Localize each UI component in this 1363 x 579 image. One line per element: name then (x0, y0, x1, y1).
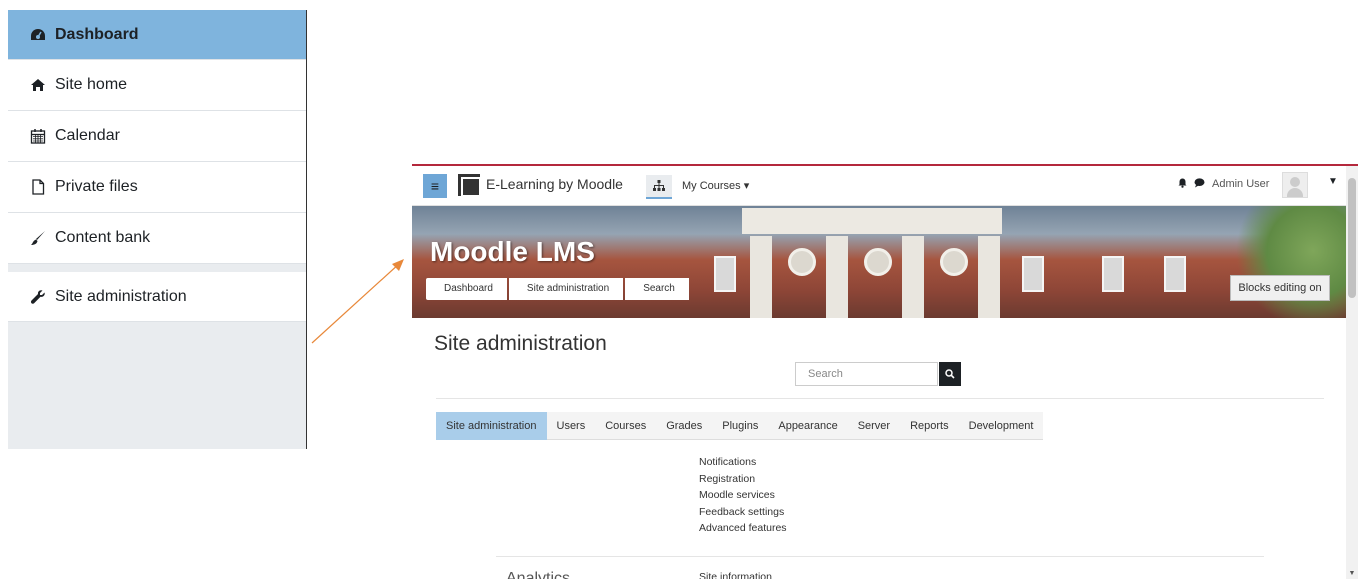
scrollbar-thumb[interactable] (1348, 178, 1356, 298)
search-button[interactable] (939, 362, 961, 386)
tab-plugins[interactable]: Plugins (712, 412, 768, 440)
chat-icon[interactable] (1194, 177, 1205, 191)
building-window (1022, 256, 1044, 292)
link-moodle-services[interactable]: Moodle services (699, 487, 787, 504)
tab-development[interactable]: Development (959, 412, 1044, 440)
trees (1236, 206, 1346, 318)
drawer-item-label: Calendar (55, 127, 120, 144)
building-pillar (750, 236, 772, 318)
my-courses-menu[interactable]: My Courses ▾ (682, 179, 749, 192)
bell-icon[interactable] (1178, 178, 1187, 191)
link-registration[interactable]: Registration (699, 471, 787, 488)
section-title-analytics: Analytics (506, 570, 571, 579)
user-name[interactable]: Admin User (1212, 178, 1269, 190)
link-notifications[interactable]: Notifications (699, 454, 787, 471)
section-heading: Site administration (434, 332, 607, 355)
building-window (714, 256, 736, 292)
vertical-scrollbar[interactable]: ▼ (1346, 166, 1358, 579)
scroll-down-arrow[interactable]: ▼ (1348, 570, 1356, 578)
drawer-item-content-bank[interactable]: Content bank (8, 213, 306, 264)
building-arch (940, 248, 968, 276)
link-advanced-features[interactable]: Advanced features (699, 520, 787, 537)
brush-icon (30, 230, 46, 246)
avatar[interactable] (1282, 172, 1308, 198)
blocks-editing-button[interactable]: Blocks editing on (1230, 275, 1330, 301)
building-cornice (742, 208, 1002, 234)
menu-toggle-button[interactable]: ≡ (423, 174, 447, 198)
drawer-item-label: Dashboard (55, 25, 139, 43)
wrench-icon (30, 289, 46, 305)
page-header: Moodle LMS Dashboard Site administration… (412, 206, 1346, 318)
breadcrumb-item[interactable]: Site administration (508, 278, 624, 300)
breadcrumb-item: Search (625, 278, 689, 300)
divider (496, 556, 1264, 557)
link-site-information[interactable]: Site information (699, 571, 772, 579)
tab-users[interactable]: Users (547, 412, 596, 440)
tab-appearance[interactable]: Appearance (768, 412, 847, 440)
calendar-icon (30, 128, 46, 144)
drawer-item-calendar[interactable]: Calendar (8, 111, 306, 162)
my-courses-label: My Courses (682, 180, 741, 192)
admin-tabs: Site administration Users Courses Grades… (436, 412, 1324, 440)
admin-links: Notifications Registration Moodle servic… (699, 454, 787, 537)
drawer-item-site-home[interactable]: Site home (8, 60, 306, 111)
tab-site-administration[interactable]: Site administration (436, 412, 547, 440)
breadcrumb: Dashboard Site administration Search (426, 278, 691, 300)
pointer-arrow (311, 259, 404, 344)
drawer-item-dashboard[interactable]: Dashboard (8, 10, 306, 60)
building-pillar (978, 236, 1000, 318)
building-arch (788, 248, 816, 276)
page-title: Moodle LMS (430, 236, 595, 267)
drawer-item-label: Site administration (55, 287, 187, 305)
drawer-item-label: Content bank (55, 229, 151, 246)
building-arch (864, 248, 892, 276)
breadcrumb-item[interactable]: Dashboard (426, 278, 507, 300)
navigation-drawer: Dashboard Site home Calendar Private fil… (8, 10, 307, 449)
tab-bar-filler (1043, 412, 1324, 440)
drawer-item-site-administration[interactable]: Site administration (8, 272, 306, 322)
search-icon (945, 369, 955, 379)
drawer-separator (8, 264, 306, 272)
drawer-item-label: Site home (55, 76, 128, 93)
tab-courses[interactable]: Courses (595, 412, 656, 440)
tab-server[interactable]: Server (848, 412, 900, 440)
tab-grades[interactable]: Grades (656, 412, 712, 440)
site-logo[interactable] (458, 174, 481, 197)
drawer-item-private-files[interactable]: Private files (8, 162, 306, 213)
building-window (1164, 256, 1186, 292)
site-name[interactable]: E-Learning by Moodle (486, 176, 623, 192)
admin-search-input[interactable]: Search (795, 362, 938, 386)
dashboard-icon (30, 27, 46, 43)
sitemap-icon[interactable] (646, 175, 672, 199)
link-feedback-settings[interactable]: Feedback settings (699, 504, 787, 521)
home-icon (30, 77, 46, 93)
chevron-down-icon[interactable]: ▼ (1328, 176, 1338, 187)
building-pillar (902, 236, 924, 318)
tab-reports[interactable]: Reports (900, 412, 959, 440)
moodle-screenshot: ≡ E-Learning by Moodle My Courses ▾ Admi… (412, 164, 1358, 579)
divider (436, 398, 1324, 399)
building-window (1102, 256, 1124, 292)
drawer-item-label: Private files (55, 178, 138, 195)
top-navbar: ≡ E-Learning by Moodle My Courses ▾ Admi… (412, 166, 1346, 206)
building-pillar (826, 236, 848, 318)
file-icon (30, 179, 46, 195)
